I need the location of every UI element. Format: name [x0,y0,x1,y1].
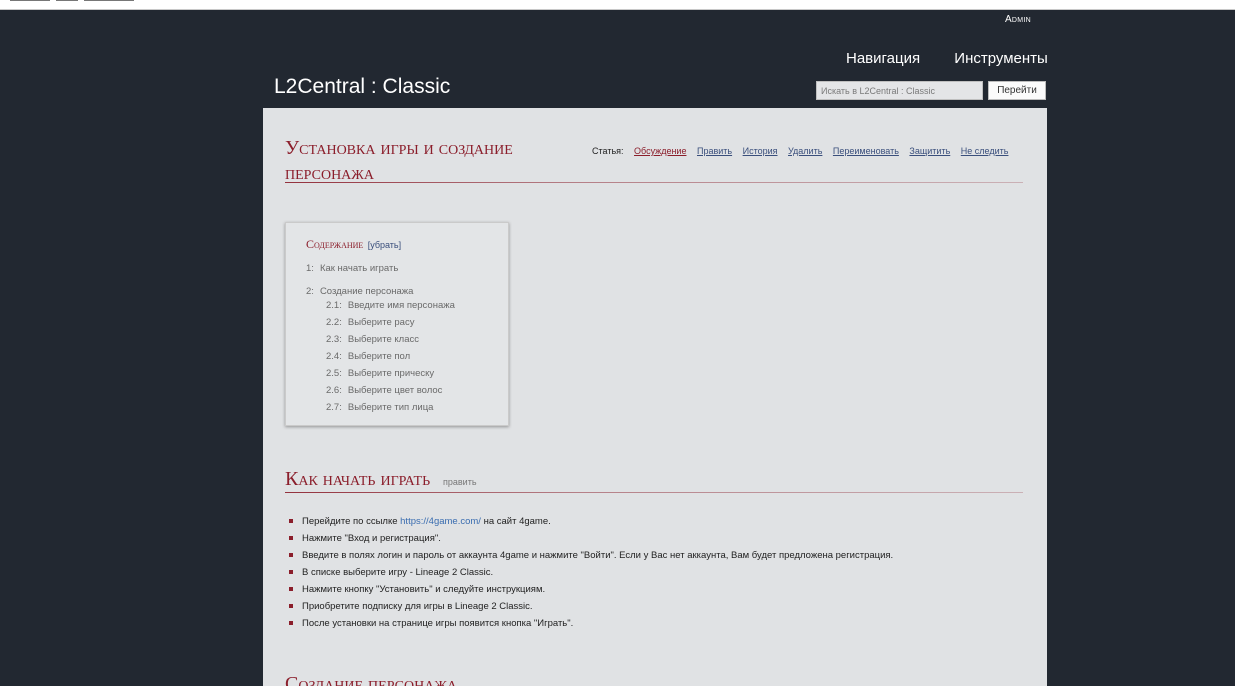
tab-article[interactable]: Статья: [592,146,624,156]
article-content: Установка игры и создание персонажа Стат… [263,108,1047,686]
section-heading: Как начать играть [285,468,431,490]
list-item: Перейдите по ссылке https://4game.com/ н… [289,513,893,530]
list-item: Введите в полях логин и пароль от аккаун… [289,547,893,564]
site-title[interactable]: L2Central : Classic [274,75,450,99]
toc-item[interactable]: 2: Создание персонажа [306,286,508,297]
list-item: Нажмите кнопку "Установить" и следуйте и… [289,581,893,598]
toc-subitem[interactable]: 2.5: Выберите прическу [326,368,508,385]
page-tabs: Статья: Обсуждение Править История Удали… [592,146,1016,156]
steps-list: Перейдите по ссылке https://4game.com/ н… [289,513,893,632]
table-of-contents: Содержание [убрать] 1: Как начать играть … [285,222,509,426]
toc-subitem[interactable]: 2.1: Введите имя персонажа [326,300,508,317]
page-title: Установка игры и создание персонажа [285,137,513,184]
toc-subitem[interactable]: 2.6: Выберите цвет волос [326,385,508,402]
tab-delete[interactable]: Удалить [788,146,822,156]
tab-rename[interactable]: Переименовать [833,146,899,156]
list-item: В списке выберите игру - Lineage 2 Class… [289,564,893,581]
nav-tools[interactable]: Инструменты [954,50,1048,67]
toc-item[interactable]: 1: Как начать играть [306,263,508,274]
go-button[interactable]: Перейти [988,81,1046,100]
title-divider [285,182,1023,183]
list-item: Нажмите "Вход и регистрация". [289,530,893,547]
toc-subitem[interactable]: 2.3: Выберите класс [326,334,508,351]
tab-edit[interactable]: Править [697,146,732,156]
section-divider [285,492,1023,493]
toc-toggle-link[interactable]: [убрать] [368,240,401,250]
cropped-browser-text [10,0,170,2]
search-input[interactable] [816,81,983,100]
tab-discussion[interactable]: Обсуждение [634,146,686,156]
toc-subitem[interactable]: 2.4: Выберите пол [326,351,508,368]
user-menu[interactable]: Admin [1005,14,1031,25]
4game-link[interactable]: https://4game.com/ [400,516,481,527]
tab-unwatch[interactable]: Не следить [961,146,1009,156]
tab-protect[interactable]: Защитить [909,146,950,156]
list-item: После установки на странице игры появитс… [289,615,893,632]
top-navigation: Навигация Инструменты [846,50,1078,67]
list-item: Приобретите подписку для игры в Lineage … [289,598,893,615]
browser-top-strip [0,0,1235,10]
toc-subitem[interactable]: 2.7: Выберите тип лица [326,402,508,419]
nav-navigation[interactable]: Навигация [846,50,920,67]
tab-history[interactable]: История [743,146,778,156]
toc-title: Содержание [306,237,364,251]
section-edit-link[interactable]: править [443,477,477,487]
section-heading: Создание персонажа [285,673,457,686]
toc-subitem[interactable]: 2.2: Выберите расу [326,317,508,334]
